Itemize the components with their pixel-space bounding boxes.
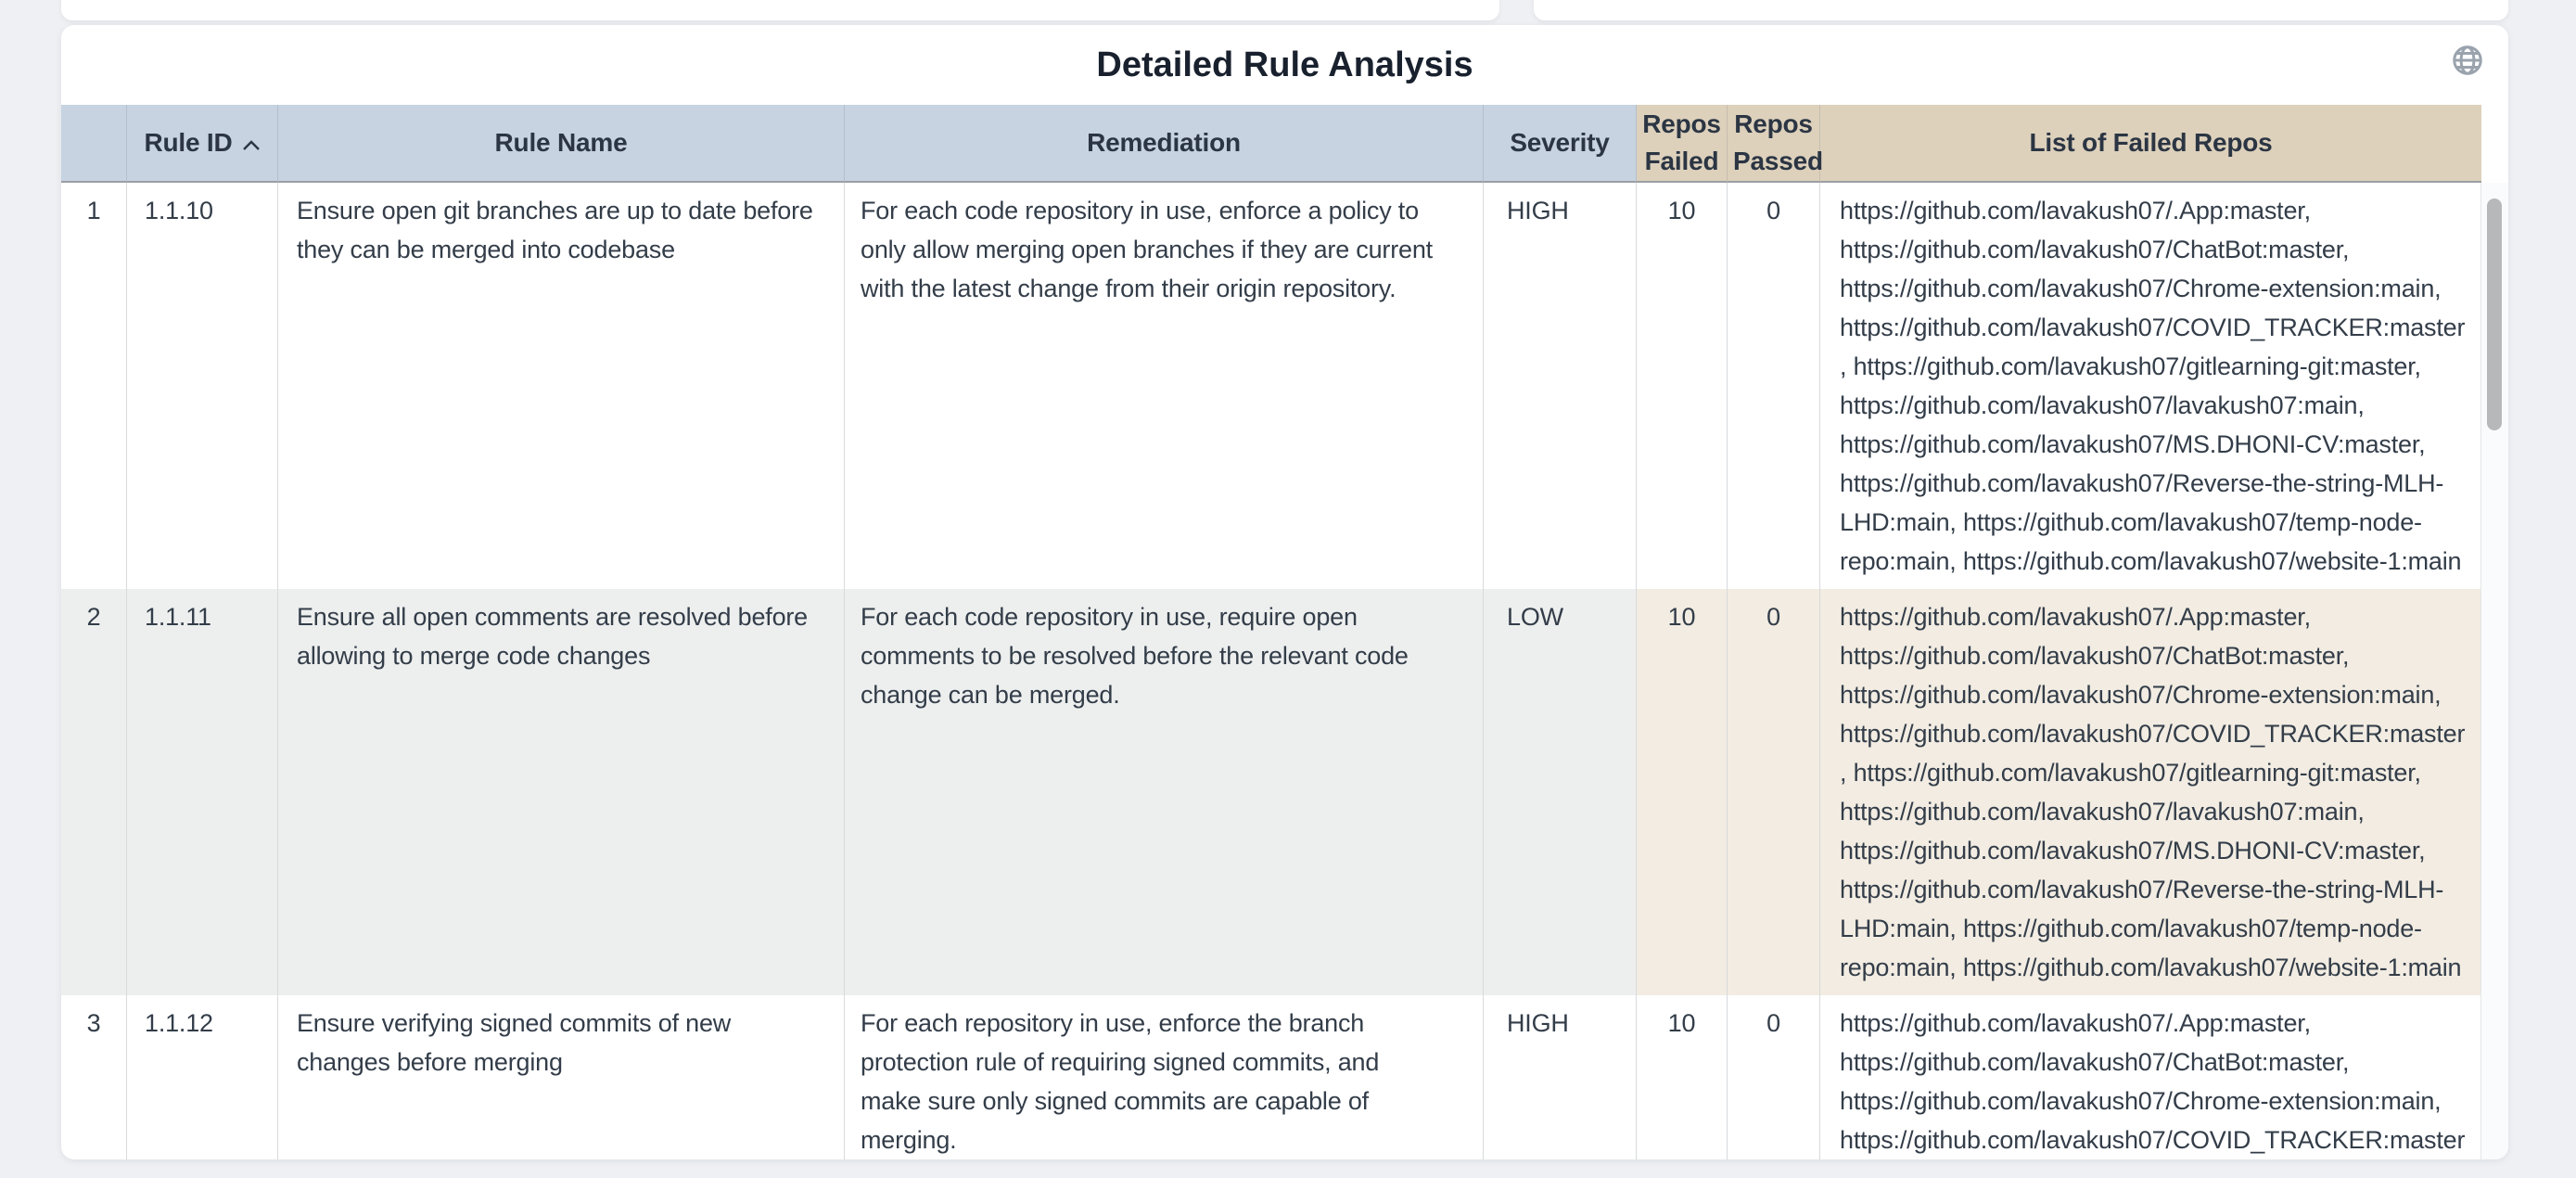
row-index: 1 xyxy=(61,183,127,589)
globe-icon[interactable] xyxy=(2451,44,2484,77)
rule-name-cell: Ensure all open comments are resolved be… xyxy=(278,589,845,995)
previous-card-left-edge xyxy=(61,0,1499,20)
page-title: Detailed Rule Analysis xyxy=(61,45,2508,85)
column-header-repos-failed[interactable]: Repos Failed xyxy=(1637,105,1728,183)
row-index: 2 xyxy=(61,589,127,995)
rule-id-cell: 1.1.12 xyxy=(127,995,278,1159)
column-header-index xyxy=(61,105,127,183)
repos-passed-cell: 0 xyxy=(1728,995,1820,1159)
repos-failed-cell: 10 xyxy=(1637,995,1728,1159)
rule-id-cell: 1.1.10 xyxy=(127,183,278,589)
repos-failed-cell: 10 xyxy=(1637,589,1728,995)
severity-cell: HIGH xyxy=(1484,183,1637,589)
rule-name-cell: Ensure open git branches are up to date … xyxy=(278,183,845,589)
repos-failed-cell: 10 xyxy=(1637,183,1728,589)
failed-repos-list-cell: https://github.com/lavakush07/.App:maste… xyxy=(1820,995,2481,1159)
column-header-repos-passed[interactable]: Repos Passed xyxy=(1728,105,1820,183)
column-header-list-of-failed-repos[interactable]: List of Failed Repos xyxy=(1820,105,2481,183)
repos-passed-cell: 0 xyxy=(1728,183,1820,589)
sort-ascending-icon xyxy=(242,124,261,161)
card-header: Detailed Rule Analysis xyxy=(61,25,2508,105)
column-header-rule-id[interactable]: Rule ID xyxy=(127,105,278,183)
severity-cell: HIGH xyxy=(1484,995,1637,1159)
table-header-row: Rule ID Rule Name Remediation Severity R… xyxy=(61,105,2481,183)
table-row: 1 1.1.10 Ensure open git branches are up… xyxy=(61,183,2481,589)
rule-analysis-table: Rule ID Rule Name Remediation Severity R… xyxy=(61,105,2481,1159)
previous-card-right-edge xyxy=(1534,0,2508,20)
failed-repos-list-cell: https://github.com/lavakush07/.App:maste… xyxy=(1820,589,2481,995)
rule-id-cell: 1.1.11 xyxy=(127,589,278,995)
severity-cell: LOW xyxy=(1484,589,1637,995)
remediation-cell: For each repository in use, enforce the … xyxy=(845,995,1484,1159)
remediation-cell: For each code repository in use, enforce… xyxy=(845,183,1484,589)
failed-repos-list-cell: https://github.com/lavakush07/.App:maste… xyxy=(1820,183,2481,589)
vertical-scrollbar[interactable] xyxy=(2481,183,2508,1159)
column-header-severity[interactable]: Severity xyxy=(1484,105,1637,183)
rule-name-cell: Ensure verifying signed commits of new c… xyxy=(278,995,845,1159)
table-row: 2 1.1.11 Ensure all open comments are re… xyxy=(61,589,2481,995)
repos-passed-cell: 0 xyxy=(1728,589,1820,995)
scrollbar-thumb[interactable] xyxy=(2487,198,2502,430)
remediation-cell: For each code repository in use, require… xyxy=(845,589,1484,995)
table-row: 3 1.1.12 Ensure verifying signed commits… xyxy=(61,995,2481,1159)
column-header-remediation[interactable]: Remediation xyxy=(845,105,1484,183)
detailed-rule-analysis-card: Detailed Rule Analysis Rule ID Rule Name… xyxy=(61,25,2508,1159)
column-header-rule-name[interactable]: Rule Name xyxy=(278,105,845,183)
row-index: 3 xyxy=(61,995,127,1159)
